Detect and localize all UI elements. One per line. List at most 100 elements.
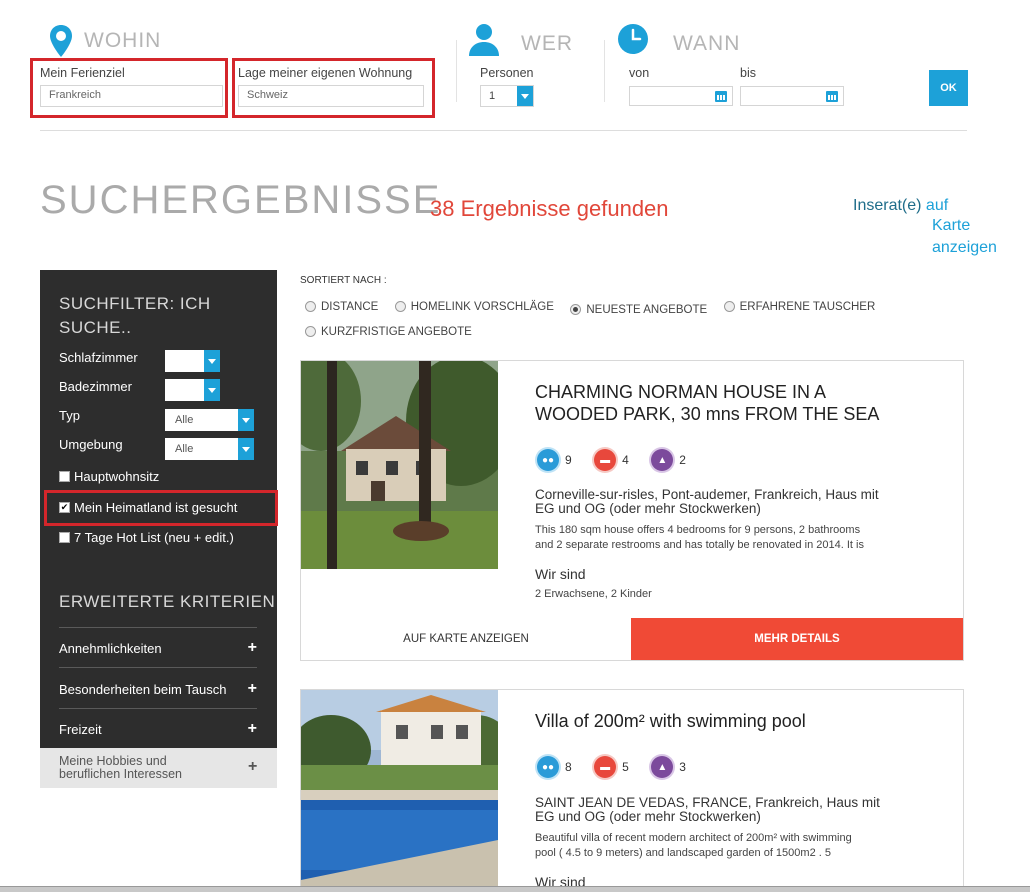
listing-location: SAINT JEAN DE VEDAS, FRANCE, Frankreich,… — [535, 795, 880, 824]
people-icon: ●● — [537, 449, 559, 471]
home-country-checkbox[interactable]: ✔ Mein Heimatland ist gesucht — [59, 500, 237, 515]
divider — [456, 40, 457, 102]
bed-icon: ▬ — [594, 449, 617, 471]
checkbox-label: 7 Tage Hot List (neu + edit.) — [74, 530, 234, 545]
type-select[interactable]: Alle — [165, 409, 254, 431]
where-header: WOHIN — [48, 24, 161, 58]
from-date-input[interactable] — [629, 86, 733, 106]
accordion-hobbies[interactable]: Meine Hobbies und beruflichen Interessen… — [40, 748, 277, 788]
checkbox-icon[interactable] — [59, 532, 70, 543]
chevron-down-icon — [204, 379, 220, 401]
radio-icon[interactable] — [394, 301, 406, 312]
show-on-map-button[interactable]: AUF KARTE ANZEIGEN — [301, 618, 631, 660]
hot-list-checkbox[interactable]: 7 Tage Hot List (neu + edit.) — [59, 530, 234, 545]
clock-icon — [618, 24, 648, 54]
map-link-text: Inserat(e) — [853, 197, 922, 214]
persons-stat: ●● 9 — [537, 449, 572, 471]
show-on-map-link[interactable]: Inserat(e) auf — [853, 195, 948, 217]
surroundings-value: Alle — [175, 443, 194, 455]
radio-label: HOMELINK VORSCHLÄGE — [410, 300, 554, 313]
when-title: WANN — [673, 32, 741, 55]
radio-label: NEUESTE ANGEBOTE — [586, 303, 708, 316]
radio-icon[interactable] — [723, 301, 735, 312]
persons-stat: ●● 8 — [537, 756, 572, 778]
listing-description: This 180 sqm house offers 4 bedrooms for… — [535, 524, 864, 551]
radio-label: KURZFRISTIGE ANGEBOTE — [321, 325, 472, 338]
radio-label: DISTANCE — [321, 300, 379, 313]
bathrooms-select[interactable] — [165, 379, 220, 401]
radio-icon[interactable] — [305, 301, 316, 312]
people-icon: ●● — [537, 756, 559, 778]
page-title: SUCHERGEBNISSE — [40, 178, 442, 222]
radio-selected-icon[interactable] — [570, 304, 582, 315]
listing-photo[interactable] — [301, 361, 498, 569]
listing-photo[interactable] — [301, 690, 498, 890]
bathrooms-count: 3 — [679, 760, 686, 774]
plus-icon: + — [247, 639, 257, 656]
checkbox-icon[interactable] — [59, 471, 70, 482]
accordion-amenities[interactable]: Annehmlichkeiten + — [59, 639, 257, 657]
chevron-down-icon — [517, 86, 533, 106]
accordion-label: Annehmlichkeiten — [59, 640, 162, 656]
extended-criteria-title: ERWEITERTE KRITERIEN — [59, 592, 276, 611]
sort-option-short-notice[interactable]: KURZFRISTIGE ANGEBOTE — [305, 326, 472, 338]
listing-title[interactable]: Villa of 200m² with swimming pool — [535, 710, 806, 732]
user-icon — [469, 24, 499, 56]
bedrooms-value — [165, 350, 204, 372]
plus-icon: + — [247, 720, 257, 737]
destination-label: Mein Ferienziel — [40, 66, 125, 80]
home-location-input[interactable]: Schweiz — [238, 85, 424, 107]
sort-options-row2: KURZFRISTIGE ANGEBOTE — [305, 324, 484, 342]
bedrooms-select[interactable] — [165, 350, 220, 372]
main-residence-checkbox[interactable]: Hauptwohnsitz — [59, 469, 159, 484]
when-header: WANN — [617, 22, 740, 56]
chevron-down-icon — [238, 409, 254, 431]
calendar-icon[interactable] — [715, 90, 727, 102]
plus-icon: + — [247, 680, 257, 697]
persons-value: 1 — [489, 90, 496, 102]
persons-count: 9 — [565, 453, 572, 467]
surroundings-select[interactable]: Alle — [165, 438, 254, 460]
more-details-button[interactable]: MEHR DETAILS — [631, 618, 963, 660]
bathrooms-label: Badezimmer — [59, 379, 132, 394]
chevron-down-icon — [238, 438, 254, 460]
bedrooms-stat: ▬ 5 — [594, 756, 629, 778]
accordion-label: Besonderheiten beim Tausch — [59, 681, 227, 697]
sidebar-title: SUCHFILTER: ICH SUCHE.. — [59, 294, 211, 337]
bedrooms-stat: ▬ 4 — [594, 449, 629, 471]
plus-icon: + — [248, 758, 258, 775]
accordion-leisure[interactable]: Freizeit + — [59, 720, 257, 738]
accordion-label: Freizeit — [59, 721, 102, 737]
checkbox-label: Hauptwohnsitz — [74, 469, 160, 484]
listing-card: CHARMING NORMAN HOUSE IN A WOODED PARK, … — [300, 360, 964, 661]
sort-option-homelink[interactable]: HOMELINK VORSCHLÄGE — [394, 300, 554, 313]
radio-icon[interactable] — [305, 326, 316, 337]
persons-select[interactable]: 1 — [480, 85, 534, 107]
calendar-icon[interactable] — [826, 90, 838, 102]
who-title: WER — [521, 32, 573, 55]
bathrooms-value — [165, 379, 204, 401]
bathrooms-stat: ▲ 2 — [651, 449, 686, 471]
to-label: bis — [740, 66, 756, 80]
listing-family: 2 Erwachsene, 2 Kinder — [535, 588, 652, 600]
sort-option-newest[interactable]: NEUESTE ANGEBOTE — [570, 304, 707, 316]
checkbox-checked-icon[interactable]: ✔ — [59, 502, 70, 513]
ok-button[interactable]: OK — [929, 70, 968, 106]
map-link-text: auf — [925, 197, 949, 214]
listing-title[interactable]: CHARMING NORMAN HOUSE IN A WOODED PARK, … — [535, 381, 879, 425]
bedrooms-label: Schlafzimmer — [59, 350, 138, 365]
bedrooms-count: 4 — [622, 453, 629, 467]
accordion-label: Meine Hobbies und beruflichen Interessen — [59, 754, 182, 781]
sort-label: SORTIERT NACH : — [300, 275, 387, 286]
sort-option-experienced[interactable]: ERFAHRENE TAUSCHER — [723, 301, 875, 313]
accordion-exchange-specifics[interactable]: Besonderheiten beim Tausch + — [59, 680, 257, 698]
destination-input[interactable]: Frankreich — [40, 85, 223, 107]
map-link-text[interactable]: Karte — [932, 215, 970, 237]
taskbar — [0, 886, 1030, 892]
sort-option-distance[interactable]: DISTANCE — [305, 301, 378, 313]
to-date-input[interactable] — [740, 86, 844, 106]
listing-we-are-label: Wir sind — [535, 566, 586, 582]
map-link-text[interactable]: anzeigen — [932, 237, 997, 259]
chevron-down-icon — [204, 350, 220, 372]
bed-icon: ▬ — [594, 756, 617, 778]
